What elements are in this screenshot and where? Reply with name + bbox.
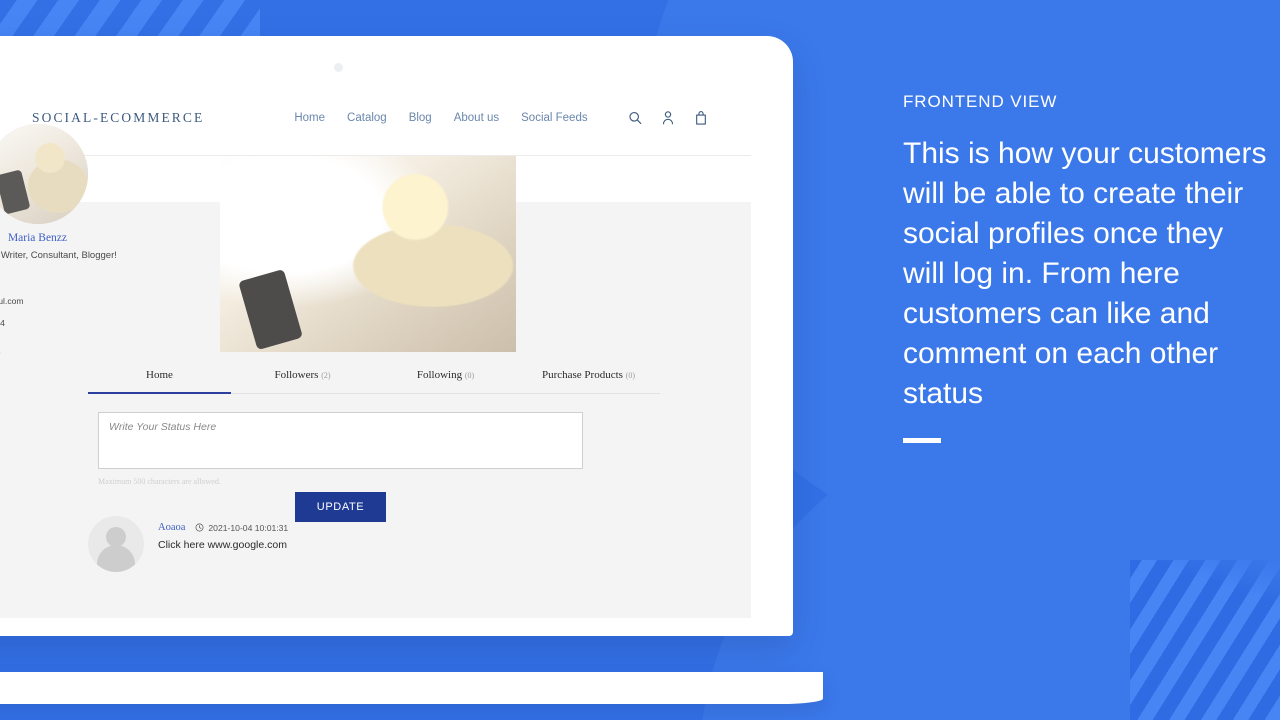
tab-followers-count: (2) bbox=[321, 371, 331, 380]
profile-meta-birthday: ☗ 30th-Dec-1994 bbox=[0, 317, 153, 328]
tab-following-count: (0) bbox=[464, 371, 475, 380]
feed-post-text: Click here www.google.com bbox=[158, 539, 287, 551]
search-icon[interactable] bbox=[627, 109, 643, 127]
status-input[interactable] bbox=[98, 412, 583, 469]
tab-following[interactable]: Following (0) bbox=[374, 369, 517, 393]
profile-meta-joined: ☐ 26th-Jul-2019 bbox=[0, 347, 153, 358]
decorative-stripes-bottom-right bbox=[1130, 560, 1280, 720]
profile-tabs: Home Followers (2) Following (0) Purchas… bbox=[88, 369, 660, 394]
tab-home-label: Home bbox=[146, 369, 173, 381]
profile-sidebar: Maria Benzz Designer, Writer, Consultant… bbox=[0, 124, 165, 369]
marketing-underline-rule bbox=[903, 438, 941, 443]
header-icon-group bbox=[627, 109, 709, 127]
cover-photo-woman-with-phone bbox=[220, 156, 516, 352]
tab-purchase-products[interactable]: Purchase Products (0) bbox=[517, 369, 660, 393]
tab-followers-label: Followers bbox=[274, 369, 319, 381]
tab-following-label: Following bbox=[416, 369, 463, 381]
account-icon[interactable] bbox=[660, 109, 676, 127]
feed-post-timestamp: 2021-10-04 10:01:31 bbox=[195, 523, 288, 533]
avatar-photo bbox=[0, 124, 88, 224]
profile-birthday-value: 30th-Dec-1994 bbox=[0, 317, 5, 328]
main-navigation: Home Catalog Blog About us Social Feeds bbox=[294, 112, 587, 124]
cart-icon[interactable] bbox=[693, 109, 709, 127]
marketing-headline: This is how your customers will be able … bbox=[903, 137, 1267, 410]
tab-home[interactable]: Home bbox=[88, 369, 231, 394]
nav-link-social-feeds[interactable]: Social Feeds bbox=[521, 112, 587, 124]
profile-tagline: Designer, Writer, Consultant, Blogger! bbox=[0, 250, 117, 261]
laptop-screen: SOCIAL-ECOMMERCE Home Catalog Blog About… bbox=[0, 80, 751, 618]
nav-link-about-us[interactable]: About us bbox=[454, 112, 499, 124]
feed-post-author[interactable]: Aoaoa bbox=[158, 522, 185, 533]
clock-icon bbox=[195, 523, 204, 532]
profile-meta-location: ⚑ Not Available bbox=[0, 273, 153, 284]
profile-meta-list: ⚑ Not Available ✉ demo@webkul.com ☗ 30th… bbox=[0, 273, 153, 358]
feed-post-avatar[interactable] bbox=[88, 516, 144, 572]
profile-avatar[interactable] bbox=[0, 124, 88, 224]
profile-name[interactable]: Maria Benzz bbox=[0, 232, 153, 244]
laptop-webcam-dot bbox=[334, 63, 343, 72]
nav-link-catalog[interactable]: Catalog bbox=[347, 112, 387, 124]
decorative-stripes-top-left bbox=[0, 0, 260, 38]
feed-post-body: Aoaoa 2021-10-04 10:01:31 Click here www… bbox=[158, 516, 288, 572]
profile-email-value: demo@webkul.com bbox=[0, 295, 24, 306]
feed-post: Aoaoa 2021-10-04 10:01:31 Click here www… bbox=[88, 516, 588, 572]
profile-page-body: Maria Benzz Designer, Writer, Consultant… bbox=[0, 124, 751, 618]
profile-meta-email: ✉ demo@webkul.com bbox=[0, 295, 153, 306]
laptop-base bbox=[0, 672, 823, 704]
marketing-eyebrow: FRONTEND VIEW bbox=[903, 92, 1058, 111]
nav-link-home[interactable]: Home bbox=[294, 112, 325, 124]
tab-purchase-products-count: (0) bbox=[625, 371, 636, 380]
status-character-hint: Maximum 500 characters are allowed. bbox=[98, 477, 221, 486]
feed-post-timestamp-value: 2021-10-04 10:01:31 bbox=[208, 522, 289, 533]
nav-link-blog[interactable]: Blog bbox=[409, 112, 432, 124]
tab-followers[interactable]: Followers (2) bbox=[231, 369, 374, 393]
profile-joined-value: 26th-Jul-2019 bbox=[0, 348, 1, 358]
status-composer: Maximum 500 characters are allowed. UPDA… bbox=[98, 412, 583, 522]
feed-post-header: Aoaoa 2021-10-04 10:01:31 bbox=[158, 522, 288, 533]
laptop-mockup: SOCIAL-ECOMMERCE Home Catalog Blog About… bbox=[0, 36, 823, 704]
profile-cover-image bbox=[220, 156, 516, 352]
tab-purchase-products-label: Purchase Products bbox=[541, 369, 623, 381]
marketing-panel: FRONTEND VIEW This is how your customers… bbox=[903, 92, 1271, 443]
